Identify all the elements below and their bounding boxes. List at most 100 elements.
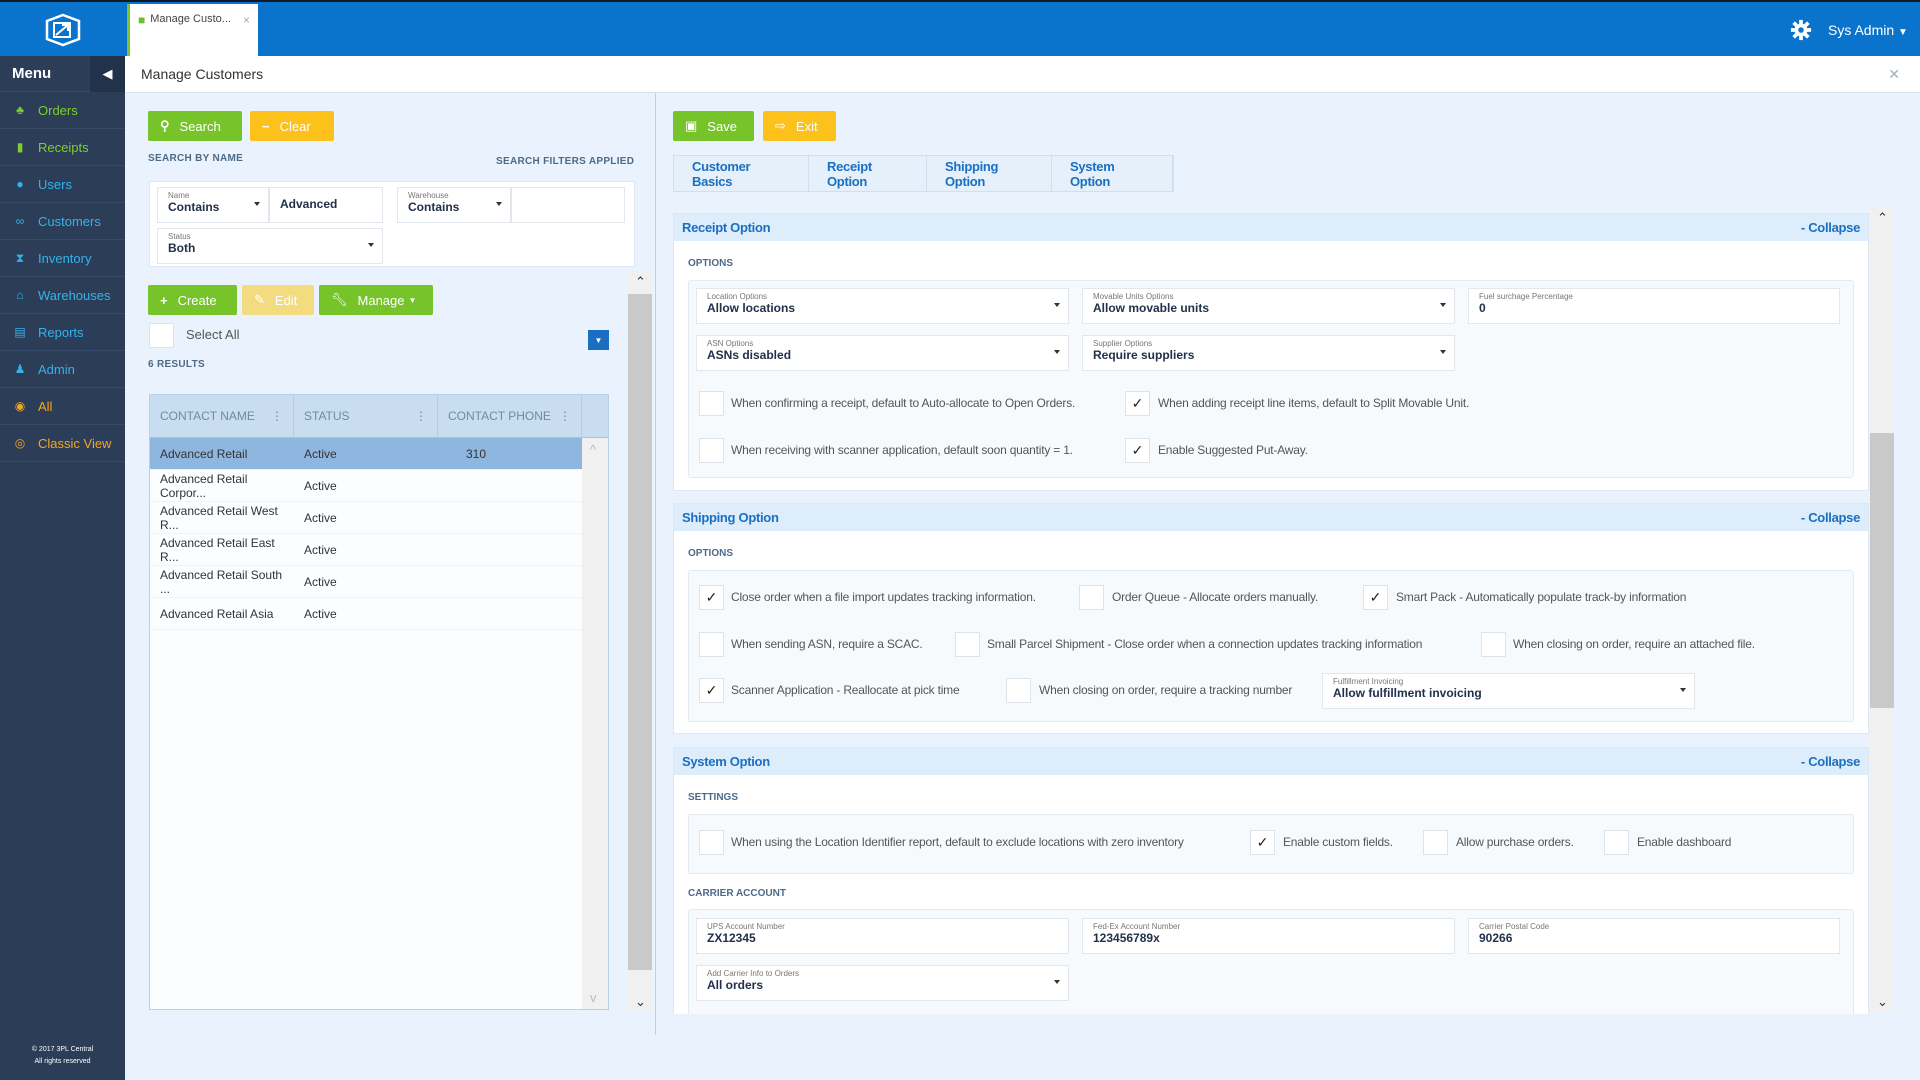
supplier-options-select[interactable]: Supplier OptionsRequire suppliers (1082, 335, 1455, 371)
app-logo[interactable] (0, 2, 125, 58)
edit-button[interactable]: ✎Edit (242, 285, 314, 315)
scrollbar-thumb[interactable] (1870, 433, 1894, 708)
column-menu-icon[interactable]: ⋮ (271, 409, 283, 423)
dropdown-arrow-icon (1054, 303, 1060, 307)
movable-units-select[interactable]: Movable Units OptionsAllow movable units (1082, 288, 1455, 324)
gear-icon[interactable] (1790, 19, 1812, 41)
grid-scrollbar[interactable]: ^ v (582, 438, 608, 1009)
collapse-link[interactable]: - Collapse (1801, 754, 1860, 769)
order-queue-checkbox[interactable] (1079, 585, 1104, 610)
suggested-putaway-checkbox[interactable]: ✓ (1125, 438, 1150, 463)
tab-manage-customers[interactable]: ■ Manage Custo... × (127, 4, 258, 58)
save-button[interactable]: ▣Save (673, 111, 754, 141)
sidebar-item-receipts[interactable]: ▮Receipts (0, 129, 125, 166)
field-label: Carrier Postal Code (1479, 922, 1829, 931)
select-all-checkbox[interactable] (149, 323, 174, 348)
table-row[interactable]: Advanced Retail AsiaActive (150, 598, 582, 630)
search-button[interactable]: ⚲Search (148, 111, 242, 141)
chevron-down-icon[interactable]: ⌄ (635, 994, 646, 1010)
sidebar-item-warehouses[interactable]: ⌂Warehouses (0, 277, 125, 314)
location-options-select[interactable]: Location OptionsAllow locations (696, 288, 1069, 324)
detail-scrollbar[interactable]: ⌃ ⌄ (1870, 208, 1894, 1012)
column-menu-icon[interactable]: ⋮ (559, 409, 571, 423)
create-button[interactable]: +Create (148, 285, 237, 315)
carrier-postal-code-input[interactable]: Carrier Postal Code90266 (1468, 918, 1840, 954)
sidebar-item-reports[interactable]: ▤Reports (0, 314, 125, 351)
table-row[interactable]: Advanced Retail South ...Active (150, 566, 582, 598)
require-tracking-number-checkbox[interactable] (1006, 678, 1031, 703)
scanner-default-quantity-checkbox[interactable] (699, 438, 724, 463)
field-value: Contains (408, 200, 500, 214)
sidebar-item-admin[interactable]: ♟Admin (0, 351, 125, 388)
left-panel-scrollbar[interactable]: ⌃ ⌄ (628, 272, 652, 1012)
chevron-down-icon[interactable]: ⌄ (1877, 994, 1888, 1010)
carrier-info-select[interactable]: Add Carrier Info to OrdersAll orders (696, 965, 1069, 1001)
collapse-link[interactable]: - Collapse (1801, 510, 1860, 525)
fuel-surcharge-input[interactable]: Fuel surchage Percentage0 (1468, 288, 1840, 324)
sidebar-item-classic-view[interactable]: ◎Classic View (0, 425, 125, 462)
smart-pack-checkbox[interactable]: ✓ (1363, 585, 1388, 610)
custom-fields-checkbox[interactable]: ✓ (1250, 830, 1275, 855)
split-movable-unit-checkbox[interactable]: ✓ (1125, 391, 1150, 416)
manage-button[interactable]: 🔧︎Manage▼ (319, 285, 433, 315)
chevron-down-icon[interactable]: v (590, 990, 597, 1005)
exit-button[interactable]: ⇨Exit (763, 111, 836, 141)
fulfillment-invoicing-select[interactable]: Fulfillment InvoicingAllow fulfillment i… (1322, 673, 1695, 709)
small-parcel-close-checkbox[interactable] (955, 632, 980, 657)
check-icon: ✓ (706, 682, 718, 699)
field-label: Fulfillment Invoicing (1333, 677, 1684, 686)
require-attached-file-checkbox[interactable] (1481, 632, 1506, 657)
field-value: Allow fulfillment invoicing (1333, 686, 1684, 700)
table-row[interactable]: Advanced Retail West R...Active (150, 502, 582, 534)
user-menu[interactable]: Sys Admin ▼ (1828, 22, 1908, 38)
sidebar-item-label: Orders (38, 103, 78, 118)
sidebar-item-all[interactable]: ◉All (0, 388, 125, 425)
sidebar-item-label: Receipts (38, 140, 89, 155)
close-tab-icon[interactable]: × (243, 13, 250, 27)
require-scac-checkbox[interactable] (699, 632, 724, 657)
tab-shipping-option[interactable]: Shipping Option (927, 156, 1052, 191)
button-label: Save (707, 119, 737, 134)
ups-account-input[interactable]: UPS Account NumberZX12345 (696, 918, 1069, 954)
scrollbar-thumb[interactable] (628, 294, 652, 970)
tab-system-option[interactable]: System Option (1052, 156, 1173, 191)
warehouse-search-input[interactable] (511, 187, 625, 223)
close-on-file-import-checkbox[interactable]: ✓ (699, 585, 724, 610)
table-row[interactable]: Advanced Retail East R...Active (150, 534, 582, 566)
chevron-up-icon[interactable]: ⌃ (635, 274, 646, 290)
column-header-contact-name[interactable]: CONTACT NAME⋮ (150, 395, 294, 437)
clear-button[interactable]: −Clear (250, 111, 334, 141)
name-search-input[interactable]: Advanced (269, 187, 383, 223)
column-header-status[interactable]: STATUS⋮ (294, 395, 438, 437)
warehouse-operator-select[interactable]: WarehouseContains (397, 187, 511, 223)
name-operator-select[interactable]: NameContains (157, 187, 269, 223)
chevron-up-icon[interactable]: ^ (590, 442, 596, 457)
column-label: CONTACT PHONE (448, 409, 551, 423)
column-header-contact-phone[interactable]: CONTACT PHONE ⋮ (438, 395, 582, 437)
tab-receipt-option[interactable]: Receipt Option (809, 156, 927, 191)
chevron-up-icon[interactable]: ⌃ (1877, 210, 1888, 226)
section-title: System Option (682, 754, 770, 769)
auto-allocate-checkbox[interactable] (699, 391, 724, 416)
sidebar-item-users[interactable]: ●Users (0, 166, 125, 203)
close-page-icon[interactable]: ✕ (1888, 66, 1900, 83)
asn-options-select[interactable]: ASN OptionsASNs disabled (696, 335, 1069, 371)
collapse-menu-button[interactable]: ◀ (90, 56, 125, 92)
enable-dashboard-checkbox[interactable] (1604, 830, 1629, 855)
column-menu-icon[interactable]: ⋮ (415, 409, 427, 423)
status-select[interactable]: StatusBoth (157, 228, 383, 264)
scanner-reallocate-checkbox[interactable]: ✓ (699, 678, 724, 703)
sidebar-item-customers[interactable]: ∞Customers (0, 203, 125, 240)
table-row[interactable]: Advanced Retail Corpor...Active (150, 470, 582, 502)
purchase-orders-checkbox[interactable] (1423, 830, 1448, 855)
field-label: Status (168, 232, 372, 241)
grid-options-button[interactable]: ▼ (588, 330, 609, 350)
tab-customer-basics[interactable]: Customer Basics (674, 156, 809, 191)
fedex-account-input[interactable]: Fed-Ex Account Number123456789x (1082, 918, 1455, 954)
sidebar-item-orders[interactable]: ♣Orders (0, 92, 125, 129)
sidebar-item-inventory[interactable]: ⧗Inventory (0, 240, 125, 277)
table-row[interactable]: Advanced RetailActive310 (150, 438, 582, 470)
cell-status: Active (294, 543, 438, 557)
collapse-link[interactable]: - Collapse (1801, 220, 1860, 235)
exclude-zero-inventory-checkbox[interactable] (699, 830, 724, 855)
